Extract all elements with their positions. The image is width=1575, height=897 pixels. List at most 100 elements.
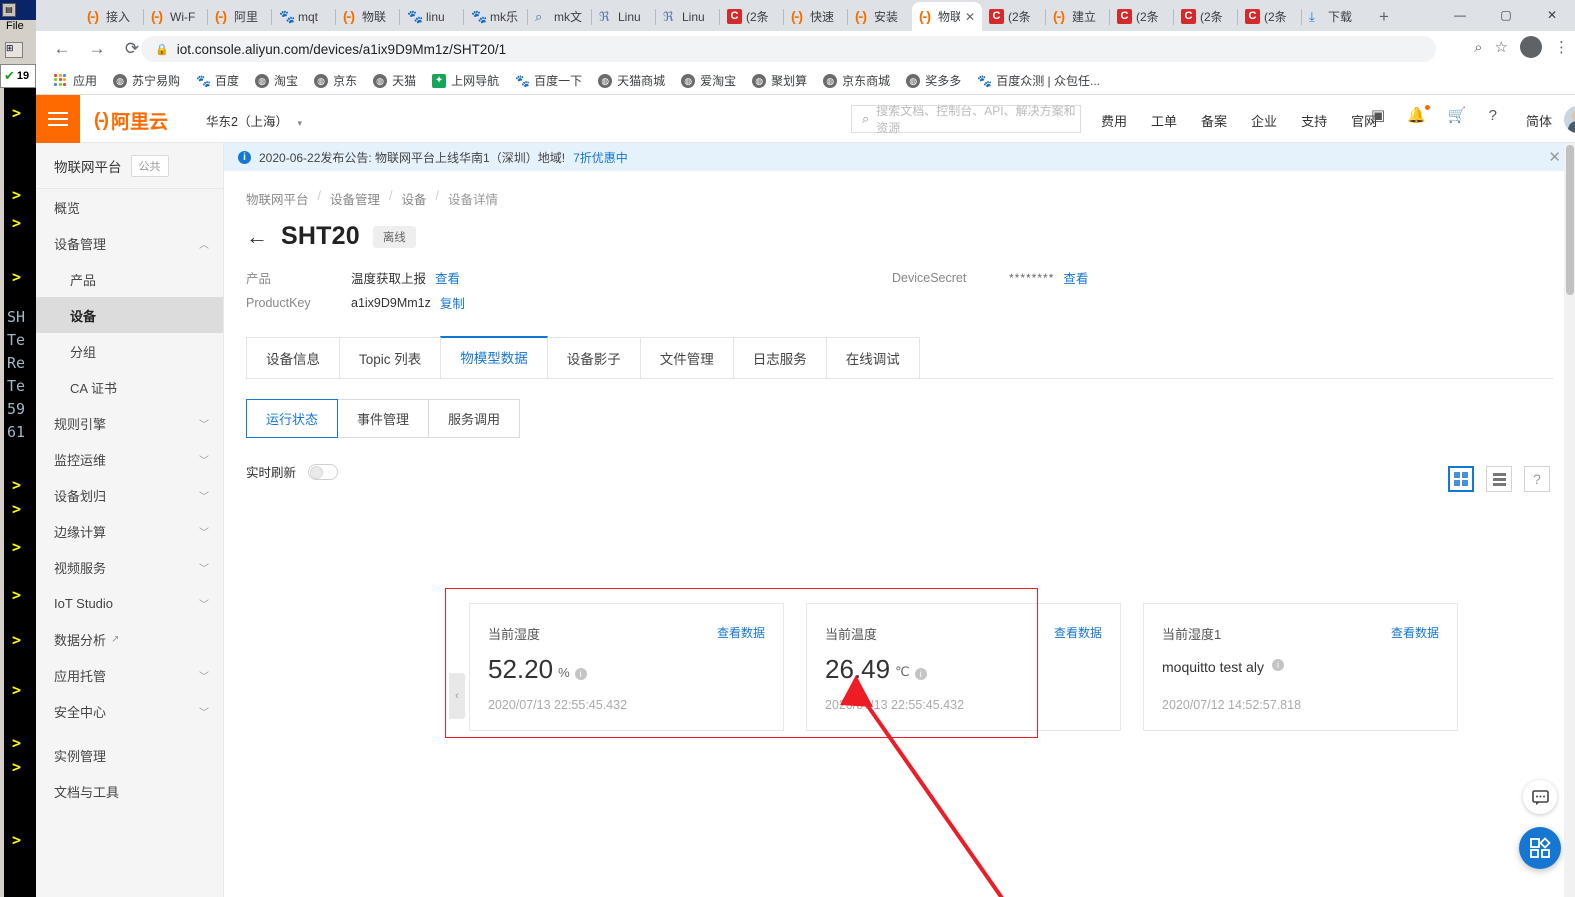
browser-tab[interactable]: C (2条 bbox=[982, 2, 1046, 31]
region-selector[interactable]: 华东2（上海） ▾ bbox=[206, 111, 302, 130]
view-data-link[interactable]: 查看数据 bbox=[1391, 624, 1439, 641]
browser-tab[interactable]: (-) Wi-F bbox=[144, 2, 208, 31]
browser-tab[interactable]: 🐾 mk乐 bbox=[464, 2, 528, 31]
sidebar-item-文档与工具[interactable]: 文档与工具 bbox=[36, 773, 223, 809]
sidebar-collapse-handle[interactable]: ‹ bbox=[449, 673, 465, 719]
bookmark-item[interactable]: ◍ 聚划算 bbox=[744, 70, 815, 91]
bookmark-item[interactable]: 🐾 百度众测 | 众包任... bbox=[969, 70, 1108, 91]
realtime-refresh-toggle[interactable] bbox=[308, 463, 339, 480]
back-button[interactable]: ← bbox=[50, 37, 74, 61]
browser-tab[interactable]: C (2条 bbox=[1238, 2, 1302, 31]
browser-tab[interactable]: (-) 建立 bbox=[1046, 2, 1110, 31]
sidebar-item-安全中心[interactable]: 安全中心 ﹀ bbox=[36, 693, 223, 729]
bookmark-item[interactable]: ◍ 奖多多 bbox=[898, 70, 969, 91]
browser-tab[interactable]: C (2条 bbox=[1110, 2, 1174, 31]
tab-文件管理[interactable]: 文件管理 bbox=[639, 337, 734, 378]
new-tab-button[interactable]: + bbox=[1372, 5, 1396, 29]
sidebar-item-IoT-Studio[interactable]: IoT Studio ﹀ bbox=[36, 585, 223, 621]
tab-设备信息[interactable]: 设备信息 bbox=[246, 337, 340, 378]
sidebar-item-应用托管[interactable]: 应用托管 ﹀ bbox=[36, 657, 223, 693]
zoom-icon[interactable]: ⌕ bbox=[1474, 39, 1482, 56]
browser-tab[interactable]: ⌕ mk文 bbox=[528, 2, 592, 31]
bookmark-item[interactable]: ◍ 京东商城 bbox=[815, 70, 898, 91]
scrollbar-thumb[interactable] bbox=[1566, 145, 1574, 295]
forward-button[interactable]: → bbox=[85, 37, 109, 61]
sidebar-item-CA-证书[interactable]: CA 证书 bbox=[36, 369, 223, 405]
breadcrumb-item[interactable]: 物联网平台 bbox=[246, 189, 309, 208]
sidebar-item-数据分析[interactable]: 数据分析 ↗ bbox=[36, 621, 223, 657]
header-nav-link[interactable]: 支持 bbox=[1301, 111, 1327, 130]
star-icon[interactable]: ☆ bbox=[1495, 38, 1508, 56]
console-icon[interactable]: ▣ bbox=[1371, 106, 1385, 124]
scrollbar-track[interactable] bbox=[1564, 143, 1575, 897]
terminal-window[interactable]: > > > > SH Te Re Te 59 61 > > > > > > > … bbox=[4, 88, 36, 897]
browser-tab[interactable]: (-) 快速 bbox=[784, 2, 848, 31]
bookmark-item[interactable]: 应用 bbox=[46, 70, 105, 91]
browser-tab[interactable]: (-) 接入 bbox=[80, 2, 144, 31]
tab-物模型数据[interactable]: 物模型数据 bbox=[440, 336, 548, 377]
info-icon[interactable]: i bbox=[574, 668, 587, 680]
aliyun-logo[interactable]: (-) 阿里云 bbox=[94, 107, 168, 134]
close-icon[interactable]: ✕ bbox=[1548, 148, 1561, 166]
help-icon[interactable]: ? bbox=[1489, 107, 1497, 124]
bookmark-item[interactable]: 🐾 百度 bbox=[188, 70, 247, 91]
browser-tab[interactable]: C (2条 bbox=[1174, 2, 1238, 31]
browser-tab[interactable]: ℜ Linu bbox=[656, 2, 720, 31]
sidebar-item-设备划归[interactable]: 设备划归 ﹀ bbox=[36, 477, 223, 513]
info-icon[interactable]: i bbox=[1271, 659, 1284, 671]
sidebar-item-实例管理[interactable]: 实例管理 bbox=[36, 737, 223, 773]
menu-burger-icon[interactable] bbox=[36, 95, 80, 143]
back-arrow-icon[interactable]: ← bbox=[246, 225, 268, 248]
bookmark-item[interactable]: ✦ 上网导航 bbox=[424, 70, 507, 91]
browser-tab[interactable]: ⤓ 下载 bbox=[1302, 2, 1366, 31]
browser-tab[interactable]: ℜ Linu bbox=[592, 2, 656, 31]
chat-icon[interactable] bbox=[1523, 780, 1557, 814]
sidebar-item-产品[interactable]: 产品 bbox=[36, 261, 223, 297]
sidebar-item-规则引擎[interactable]: 规则引擎 ﹀ bbox=[36, 405, 223, 441]
sidebar-item-设备[interactable]: 设备 bbox=[36, 297, 223, 333]
view-secret-link[interactable]: 查看 bbox=[1063, 268, 1088, 287]
menu-icon[interactable]: ⋮ bbox=[1554, 38, 1569, 56]
browser-tab[interactable]: C (2条 bbox=[720, 2, 784, 31]
browser-tab[interactable]: (-) 安装 bbox=[848, 2, 912, 31]
sidebar-item-视频服务[interactable]: 视频服务 ﹀ bbox=[36, 549, 223, 585]
tab-在线调试[interactable]: 在线调试 bbox=[825, 337, 920, 378]
copy-productkey-link[interactable]: 复制 bbox=[440, 293, 465, 312]
announcement-link[interactable]: 7折优惠中 bbox=[573, 149, 628, 166]
view-data-link[interactable]: 查看数据 bbox=[1054, 624, 1102, 641]
list-view-icon[interactable] bbox=[1486, 466, 1512, 492]
cart-icon[interactable]: 🛒 bbox=[1448, 106, 1467, 124]
background-window-menubar[interactable]: File bbox=[0, 20, 36, 38]
header-nav-link[interactable]: 备案 bbox=[1201, 111, 1227, 130]
sidebar-item-监控运维[interactable]: 监控运维 ﹀ bbox=[36, 441, 223, 477]
sidebar-item-边缘计算[interactable]: 边缘计算 ﹀ bbox=[36, 513, 223, 549]
breadcrumb-item[interactable]: 设备管理 bbox=[330, 189, 380, 208]
bookmark-item[interactable]: 🐾 百度一下 bbox=[507, 70, 590, 91]
browser-tab[interactable]: (-) 物联 bbox=[336, 2, 400, 31]
profile-icon[interactable]: ● bbox=[1520, 36, 1542, 58]
language-selector[interactable]: 简体 bbox=[1526, 111, 1552, 130]
close-window-button[interactable]: ✕ bbox=[1529, 0, 1575, 31]
tab-日志服务[interactable]: 日志服务 bbox=[732, 337, 827, 378]
subtab-服务调用[interactable]: 服务调用 bbox=[428, 399, 521, 438]
header-nav-link[interactable]: 工单 bbox=[1151, 111, 1177, 130]
address-bar[interactable]: 🔒 iot.console.aliyun.com/devices/a1ix9D9… bbox=[141, 36, 1436, 62]
view-product-link[interactable]: 查看 bbox=[435, 268, 460, 287]
apps-icon[interactable] bbox=[1519, 827, 1561, 869]
grid-view-icon[interactable] bbox=[1448, 466, 1474, 492]
bookmark-item[interactable]: ◍ 苏宁易购 bbox=[105, 70, 188, 91]
sidebar-item-概览[interactable]: 概览 bbox=[36, 189, 223, 225]
bookmark-item[interactable]: ◍ 天猫商城 bbox=[590, 70, 673, 91]
tab-设备影子[interactable]: 设备影子 bbox=[546, 337, 641, 378]
maximize-button[interactable]: ▢ bbox=[1483, 0, 1529, 31]
bookmark-item[interactable]: ◍ 京东 bbox=[306, 70, 365, 91]
sidebar-item-分组[interactable]: 分组 bbox=[36, 333, 223, 369]
browser-tab[interactable]: 🐾 mqt bbox=[272, 2, 336, 31]
browser-tab[interactable]: (-) 物联 ✕ bbox=[912, 2, 982, 31]
bookmark-item[interactable]: ◍ 淘宝 bbox=[247, 70, 306, 91]
browser-tab[interactable]: 🐾 linu bbox=[400, 2, 464, 31]
sidebar-item-设备管理[interactable]: 设备管理 ︿ bbox=[36, 225, 223, 261]
header-nav-link[interactable]: 费用 bbox=[1101, 111, 1127, 130]
bookmark-item[interactable]: ◍ 天猫 bbox=[365, 70, 424, 91]
global-search-input[interactable]: ⌕ 搜索文档、控制台、API、解决方案和资源 bbox=[851, 104, 1081, 135]
